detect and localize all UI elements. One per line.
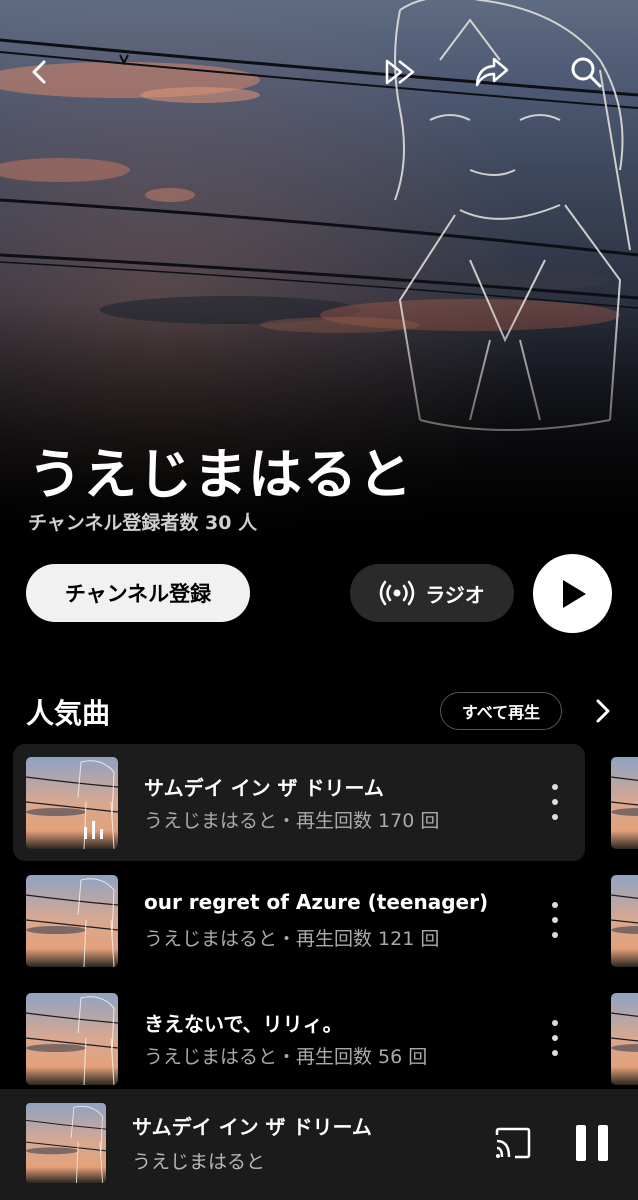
mini-player-thumbnail <box>26 1103 106 1183</box>
back-button[interactable] <box>20 52 60 92</box>
song-thumbnail <box>26 875 118 967</box>
more-options-button[interactable] <box>543 902 567 938</box>
section-title-popular: 人気曲 <box>26 697 111 730</box>
album-art <box>26 875 118 967</box>
song-thumbnail <box>26 993 118 1085</box>
cast-icon <box>495 1127 531 1159</box>
search-icon <box>571 57 602 88</box>
song-meta: うえじまはると・再生回数 56 回 <box>144 1046 428 1068</box>
next-column-thumbnail[interactable] <box>611 993 638 1085</box>
song-row[interactable]: サムデイ イン ザ ドリーム うえじまはると・再生回数 170 回 <box>13 744 585 861</box>
album-art <box>26 757 118 849</box>
album-art <box>611 757 638 849</box>
pause-button[interactable] <box>576 1125 608 1161</box>
share-icon <box>475 57 509 87</box>
subscriber-count: チャンネル登録者数 30 人 <box>28 512 258 534</box>
shuffle-button[interactable] <box>382 52 422 92</box>
album-art <box>611 875 638 967</box>
song-row[interactable]: きえないで、リリィ。 うえじまはると・再生回数 56 回 <box>13 980 585 1097</box>
cast-button[interactable] <box>493 1123 533 1163</box>
now-playing-indicator-icon <box>84 821 103 839</box>
shuffle-icon <box>385 59 415 85</box>
radio-label: ラジオ <box>425 582 485 607</box>
play-button[interactable] <box>533 554 612 633</box>
album-art <box>26 993 118 1085</box>
mini-player[interactable]: サムデイ イン ザ ドリーム うえじまはると <box>0 1089 638 1200</box>
search-button[interactable] <box>566 52 606 92</box>
next-column-thumbnail[interactable] <box>611 875 638 967</box>
album-art <box>611 993 638 1085</box>
chevron-right-icon <box>596 699 610 723</box>
play-all-button[interactable]: すべて再生 <box>440 692 562 730</box>
next-column-thumbnail[interactable] <box>611 757 638 849</box>
song-row[interactable]: our regret of Azure (teenager) うえじまはると・再… <box>13 862 585 979</box>
now-playing-artist: うえじまはると <box>132 1151 266 1173</box>
radio-icon <box>379 580 415 606</box>
share-button[interactable] <box>472 52 512 92</box>
artist-name: うえじまはると <box>28 443 413 506</box>
chevron-left-icon <box>32 60 46 84</box>
album-art <box>26 1103 106 1183</box>
subscribe-button[interactable]: チャンネル登録 <box>26 564 250 622</box>
song-title: our regret of Azure (teenager) <box>144 890 489 914</box>
song-meta: うえじまはると・再生回数 121 回 <box>144 928 440 950</box>
more-options-button[interactable] <box>543 1020 567 1056</box>
more-songs-button[interactable] <box>588 696 618 726</box>
radio-button[interactable]: ラジオ <box>350 564 514 622</box>
song-meta: うえじまはると・再生回数 170 回 <box>144 810 440 832</box>
more-options-button[interactable] <box>543 784 567 820</box>
song-title: サムデイ イン ザ ドリーム <box>144 776 384 800</box>
now-playing-title: サムデイ イン ザ ドリーム <box>132 1115 372 1139</box>
song-title: きえないで、リリィ。 <box>144 1012 343 1036</box>
play-icon <box>562 579 586 608</box>
song-thumbnail <box>26 757 118 849</box>
